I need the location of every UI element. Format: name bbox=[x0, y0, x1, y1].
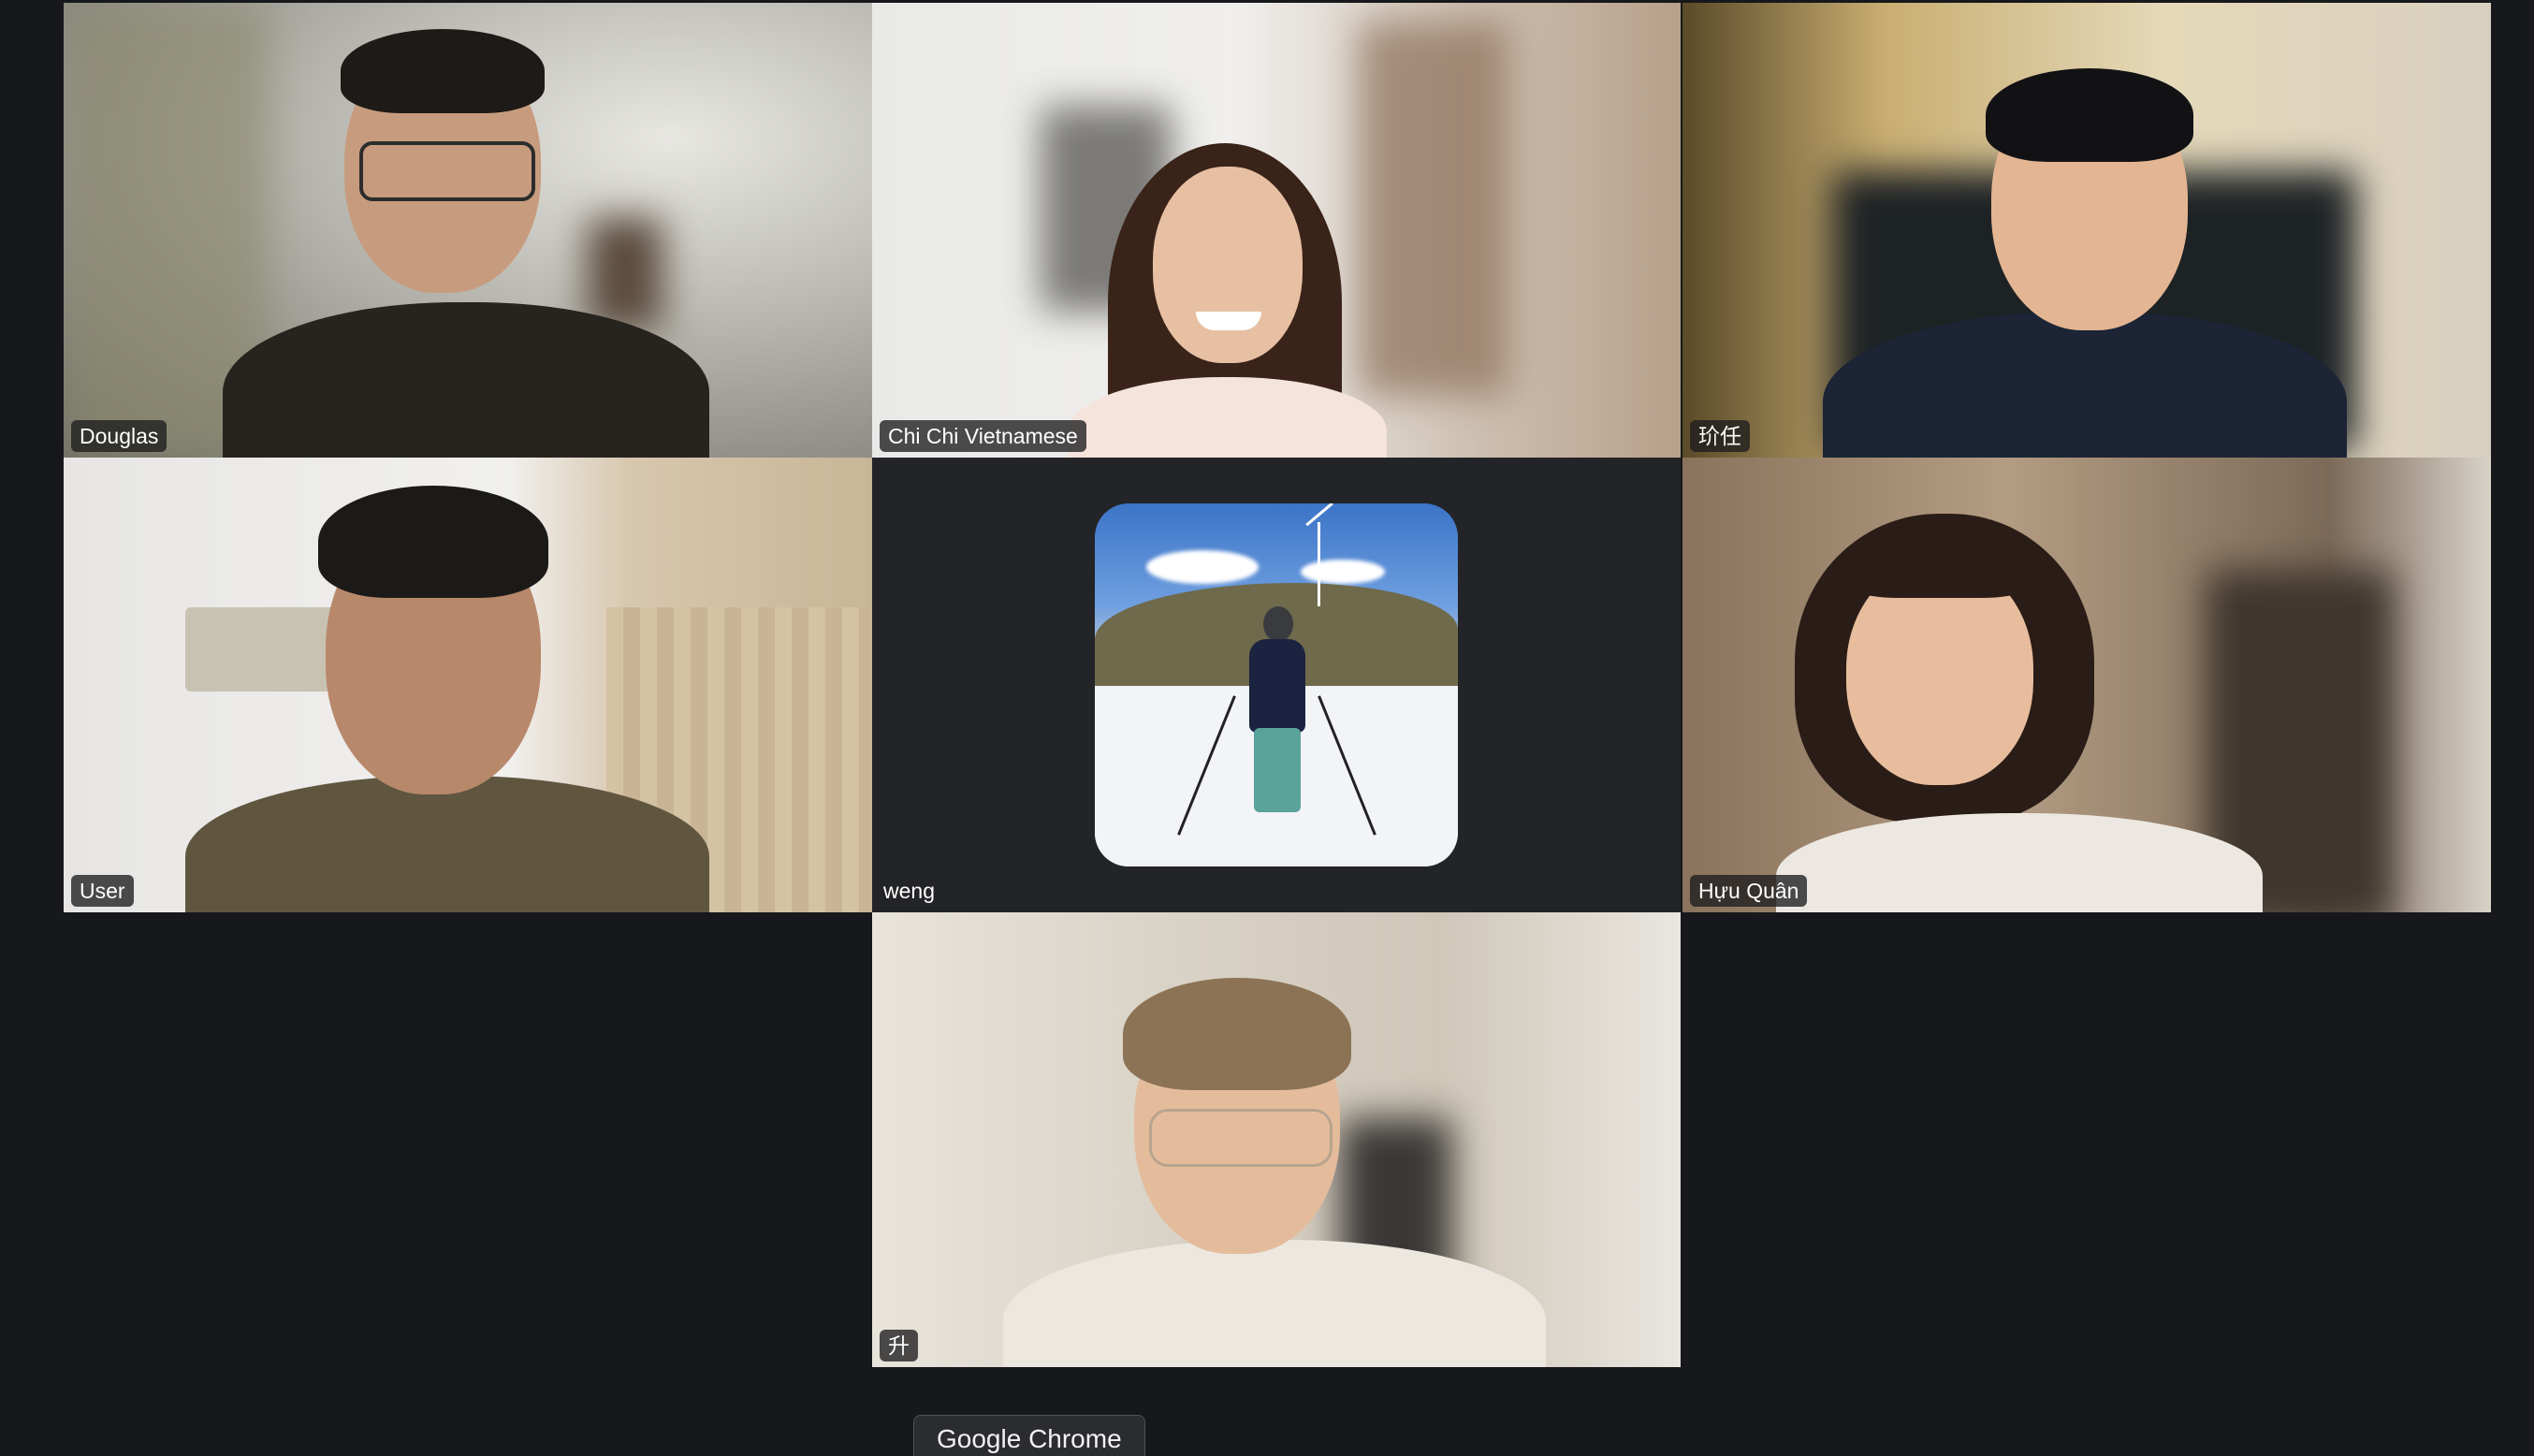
participant-name-label: Chi Chi Vietnamese bbox=[880, 420, 1086, 452]
participant-tile-jieren[interactable]: 玠任 bbox=[1682, 3, 2491, 458]
participant-tile-weng[interactable]: weng bbox=[872, 458, 1681, 912]
participant-tile-sheng[interactable]: 升 bbox=[872, 912, 1681, 1367]
dock-app-tooltip: Google Chrome bbox=[913, 1415, 1145, 1456]
participant-name-label: weng bbox=[883, 879, 935, 903]
participant-tile-douglas[interactable]: Douglas bbox=[64, 3, 872, 458]
participant-name-label: Hựu Quân bbox=[1690, 875, 1808, 907]
background-figure bbox=[1359, 22, 1508, 396]
participant-tile-chi-chi-vietnamese[interactable]: Chi Chi Vietnamese bbox=[872, 3, 1681, 458]
participant-name-label: Douglas bbox=[71, 420, 167, 452]
participant-name-label: User bbox=[71, 875, 134, 907]
participant-tile-user[interactable]: User bbox=[64, 458, 872, 912]
profile-avatar bbox=[1095, 503, 1458, 866]
participant-name-label: 玠任 bbox=[1690, 420, 1750, 452]
participant-tile-huu-quan[interactable]: Hựu Quân bbox=[1682, 458, 2491, 912]
video-call-gallery: Douglas Chi Chi Vietnamese 玠任 User weng … bbox=[0, 0, 2534, 1456]
background-doorway bbox=[588, 218, 663, 330]
participant-name-label: 升 bbox=[880, 1330, 918, 1361]
